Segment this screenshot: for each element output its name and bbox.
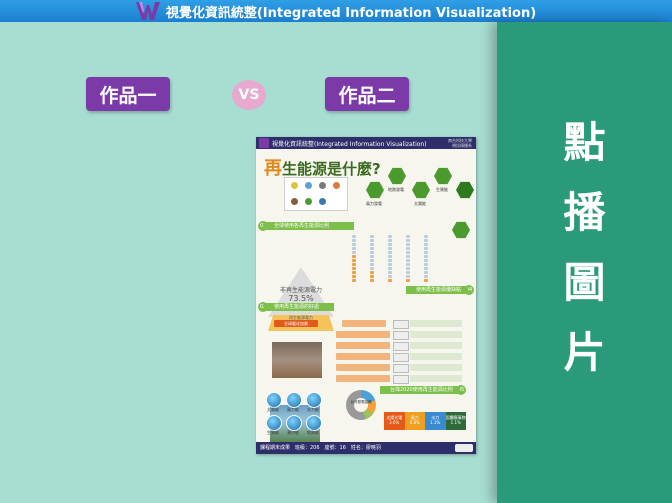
globe-label: 地熱能 bbox=[307, 430, 319, 435]
globe-label: 風力能 bbox=[287, 407, 299, 412]
table-cell: 風力 0.8% bbox=[404, 412, 425, 430]
slide-canvas: 作品一 VS 作品二 點 播 圖 片 視覺化資訊統整(Integrated In… bbox=[0, 22, 672, 503]
globe-icon bbox=[266, 392, 282, 408]
globe-icon bbox=[286, 392, 302, 408]
side-panel[interactable]: 點 播 圖 片 bbox=[497, 22, 672, 503]
side-panel-char: 片 bbox=[563, 328, 606, 377]
donut-label: 台灣發電結構 bbox=[350, 400, 372, 404]
category-tag bbox=[393, 364, 409, 373]
globe-label: 太陽能 bbox=[267, 407, 279, 412]
poster-logo-icon bbox=[259, 138, 269, 148]
globe-icon bbox=[286, 415, 302, 431]
category-tag bbox=[393, 375, 409, 384]
table-cell: 固體廢棄物 1.1% bbox=[445, 412, 466, 430]
side-panel-char: 圖 bbox=[563, 258, 606, 307]
label-work-1: 作品一 bbox=[86, 77, 170, 111]
pyramid-top-label: 非再生能源電力 bbox=[280, 287, 323, 294]
globe-label: 潮汐能 bbox=[287, 430, 299, 435]
hex-label: 地熱發電 bbox=[388, 187, 404, 192]
pyramid-top-value: 73.5% bbox=[288, 294, 314, 303]
hex-icon bbox=[456, 181, 474, 199]
sun-icon bbox=[291, 182, 298, 189]
fire-icon bbox=[333, 182, 340, 189]
side-panel-char: 播 bbox=[563, 188, 606, 237]
globe-label: 生質能 bbox=[267, 430, 279, 435]
section-bar: 全球使用各再生能源比例 bbox=[264, 222, 354, 230]
pros-item bbox=[336, 353, 390, 360]
cons-item bbox=[410, 375, 462, 382]
water-icon bbox=[305, 182, 312, 189]
globe-label: 水力能 bbox=[307, 407, 319, 412]
infographic-poster[interactable]: 視覺化資訊統整(Integrated Information Visualiza… bbox=[256, 137, 476, 454]
dot-column bbox=[424, 235, 428, 283]
wind-icon bbox=[319, 182, 326, 189]
cons-item bbox=[410, 353, 462, 360]
pros-item bbox=[336, 364, 390, 371]
table-cell: 太陽光電 3.6% bbox=[384, 412, 405, 430]
hex-label: 太陽能 bbox=[414, 201, 426, 206]
label-work-2: 作品二 bbox=[325, 77, 409, 111]
window-title: 視覺化資訊統整(Integrated Information Visualiza… bbox=[165, 5, 537, 21]
globe-icon bbox=[306, 415, 322, 431]
earth-icon bbox=[291, 198, 298, 205]
poster-icon-box bbox=[284, 177, 348, 211]
hex-label: 生質能 bbox=[436, 187, 448, 192]
title-bar: 視覺化資訊統整(Integrated Information Visualiza… bbox=[0, 0, 672, 22]
cons-item bbox=[410, 320, 462, 327]
dot-column bbox=[352, 235, 356, 283]
wave-icon bbox=[319, 198, 326, 205]
side-panel-char: 點 bbox=[563, 118, 606, 167]
poster-header-title: 視覺化資訊統整(Integrated Information Visualiza… bbox=[272, 140, 427, 148]
cons-item bbox=[410, 364, 462, 371]
pros-item bbox=[336, 375, 390, 382]
poster-footer: 課程期末成果 班級：206 座號：16 姓名：廖曉羽 bbox=[256, 442, 476, 454]
category-tag bbox=[393, 342, 409, 351]
category-tag bbox=[393, 320, 409, 329]
cons-item bbox=[410, 342, 462, 349]
poster-header: 視覺化資訊統整(Integrated Information Visualiza… bbox=[256, 137, 476, 149]
poster-org: 南台科技大學 視訊傳播系 bbox=[448, 138, 472, 148]
dot-column bbox=[370, 235, 374, 283]
app-logo-icon bbox=[135, 2, 160, 20]
category-tag bbox=[393, 353, 409, 362]
dot-column bbox=[388, 235, 392, 283]
section-bar: 使用再生能源優缺點 bbox=[406, 286, 468, 294]
energy-table: 太陽光電 3.6% 風力 0.8% 水力 1.1% 固體廢棄物 1.1% bbox=[384, 412, 466, 430]
leaf-icon bbox=[305, 198, 312, 205]
pros-item bbox=[342, 320, 386, 327]
table-cell: 水力 1.1% bbox=[425, 412, 446, 430]
hex-icon bbox=[434, 167, 452, 185]
hex-label: 風力發電 bbox=[366, 201, 382, 206]
vs-badge: VS bbox=[232, 80, 266, 110]
hex-icon bbox=[452, 221, 470, 239]
highlight-label: 全球暖化加劇 bbox=[274, 320, 318, 327]
pros-item bbox=[336, 331, 390, 338]
category-tag bbox=[393, 331, 409, 340]
pros-item bbox=[336, 342, 390, 349]
globe-icon bbox=[306, 392, 322, 408]
hex-icon bbox=[388, 167, 406, 185]
creative-commons-icon bbox=[455, 444, 473, 452]
globe-icon bbox=[266, 415, 282, 431]
section-bar: 台灣2020使用再生能源比例 bbox=[380, 386, 460, 394]
dot-column bbox=[406, 235, 410, 283]
cons-item bbox=[410, 331, 462, 338]
warming-photo bbox=[272, 342, 322, 378]
donut-chart bbox=[346, 390, 376, 420]
section-bar: 使用再生能源的好處 bbox=[264, 303, 334, 311]
